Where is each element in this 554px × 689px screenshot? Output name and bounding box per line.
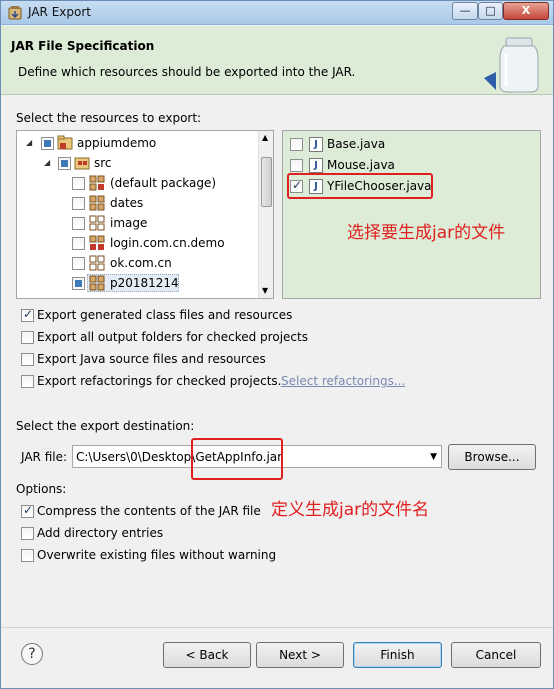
source-folder-icon — [74, 157, 90, 170]
minimize-button[interactable]: — — [452, 2, 478, 20]
page-title: JAR File Specification — [11, 39, 155, 53]
java-file-icon: J — [309, 137, 323, 152]
tree-item-p20181214[interactable]: p20181214 — [17, 273, 257, 293]
export-class-files-checkbox[interactable] — [21, 307, 34, 322]
project-icon — [57, 135, 73, 150]
overwrite-label: Overwrite existing files without warning — [37, 548, 277, 562]
jar-export-app-icon — [8, 6, 22, 20]
annotation-select-files: 选择要生成jar的文件 — [347, 223, 506, 243]
package-icon — [89, 275, 105, 291]
jar-file-label: JAR file: — [21, 450, 68, 464]
file-item-label: Base.java — [327, 137, 386, 151]
file-item-label: Mouse.java — [327, 158, 395, 172]
jar-wizard-icon — [484, 37, 539, 93]
file-checkbox[interactable] — [290, 138, 303, 151]
file-checkbox[interactable] — [290, 159, 303, 172]
tree-item-label: login.com.cn.demo — [110, 236, 225, 250]
tree-item-label: image — [110, 216, 148, 230]
help-icon[interactable]: ? — [21, 643, 43, 665]
file-list[interactable]: J Base.java J Mouse.java J YFileChooser.… — [282, 130, 541, 299]
scroll-up-icon[interactable]: ▲ — [262, 133, 268, 142]
scrollbar-thumb[interactable] — [261, 157, 272, 207]
tree-checkbox[interactable] — [72, 257, 85, 270]
tree-checkbox[interactable] — [72, 277, 85, 290]
destination-label: Select the export destination: — [16, 419, 195, 433]
package-icon — [89, 195, 105, 211]
export-java-source-checkbox[interactable] — [21, 353, 34, 366]
highlight-box-jar-name — [191, 438, 283, 480]
highlight-box-selected-file — [287, 173, 433, 199]
compress-checkbox[interactable] — [21, 503, 34, 518]
jar-export-dialog: JAR Export — □ X JAR File Specification … — [0, 0, 554, 689]
tree-item-image[interactable]: image — [17, 213, 257, 233]
window-title: JAR Export — [28, 5, 91, 19]
tree-item-label: dates — [110, 196, 144, 210]
close-button[interactable]: X — [503, 2, 549, 20]
options-label: Options: — [16, 482, 67, 496]
empty-package-icon — [89, 255, 105, 271]
empty-package-icon — [89, 215, 105, 231]
tree-item-label: src — [94, 156, 112, 170]
tree-item-login-com-cn-demo[interactable]: login.com.cn.demo — [17, 233, 257, 253]
tree-checkbox[interactable] — [72, 177, 85, 190]
tree-item-label: p20181214 — [110, 276, 179, 290]
java-file-icon: J — [309, 158, 323, 173]
tree-checkbox[interactable] — [58, 157, 71, 170]
resources-label: Select the resources to export: — [16, 111, 202, 125]
directory-entries-checkbox[interactable] — [21, 527, 34, 540]
resource-tree[interactable]: ◢ appiumdemo ◢ src (default package) dat… — [16, 130, 274, 299]
tree-item-default-package[interactable]: (default package) — [17, 173, 257, 193]
tree-item-label: appiumdemo — [77, 136, 157, 150]
file-item-base-java[interactable]: J Base.java — [287, 134, 487, 154]
dropdown-arrow-icon[interactable]: ▼ — [430, 452, 437, 462]
page-description: Define which resources should be exporte… — [18, 65, 356, 79]
package-icon — [89, 175, 105, 191]
tree-checkbox[interactable] — [41, 137, 54, 150]
export-refactorings-checkbox[interactable] — [21, 375, 34, 388]
tree-item-dates[interactable]: dates — [17, 193, 257, 213]
finish-button[interactable]: Finish — [353, 642, 442, 668]
collapse-arrow-icon[interactable]: ◢ — [44, 159, 52, 167]
export-class-files-label: Export generated class files and resourc… — [37, 308, 293, 322]
file-item-mouse-java[interactable]: J Mouse.java — [287, 155, 487, 175]
tree-scrollbar[interactable]: ▲ ▼ — [258, 131, 273, 298]
tree-checkbox[interactable] — [72, 237, 85, 250]
compress-label: Compress the contents of the JAR file — [37, 504, 261, 518]
export-refactorings-label: Export refactorings for checked projects… — [37, 374, 282, 388]
tree-item-label: (default package) — [110, 176, 217, 190]
maximize-button[interactable]: □ — [478, 2, 503, 20]
tree-item-ok-com-cn[interactable]: ok.com.cn — [17, 253, 257, 273]
directory-entries-label: Add directory entries — [37, 526, 164, 540]
browse-button[interactable]: Browse... — [448, 444, 536, 470]
export-output-folders-label: Export all output folders for checked pr… — [37, 330, 308, 344]
package-icon — [89, 235, 105, 250]
annotation-define-name: 定义生成jar的文件名 — [271, 500, 430, 520]
cancel-button[interactable]: Cancel — [451, 642, 541, 668]
title-bar[interactable]: JAR Export — □ X — [1, 1, 553, 25]
tree-item-src[interactable]: ◢ src — [17, 153, 257, 173]
tree-checkbox[interactable] — [72, 197, 85, 210]
select-refactorings-link[interactable]: Select refactorings... — [281, 374, 405, 388]
tree-checkbox[interactable] — [72, 217, 85, 230]
button-bar-separator — [1, 627, 553, 628]
tree-item-label: ok.com.cn — [110, 256, 172, 270]
wizard-header: JAR File Specification Define which reso… — [1, 26, 553, 95]
next-button[interactable]: Next > — [256, 642, 344, 668]
tree-item-appiumdemo[interactable]: ◢ appiumdemo — [17, 133, 257, 153]
collapse-arrow-icon[interactable]: ◢ — [26, 139, 34, 147]
export-output-folders-checkbox[interactable] — [21, 331, 34, 344]
overwrite-checkbox[interactable] — [21, 549, 34, 562]
scroll-down-icon[interactable]: ▼ — [262, 286, 268, 295]
back-button[interactable]: < Back — [163, 642, 251, 668]
export-java-source-label: Export Java source files and resources — [37, 352, 266, 366]
